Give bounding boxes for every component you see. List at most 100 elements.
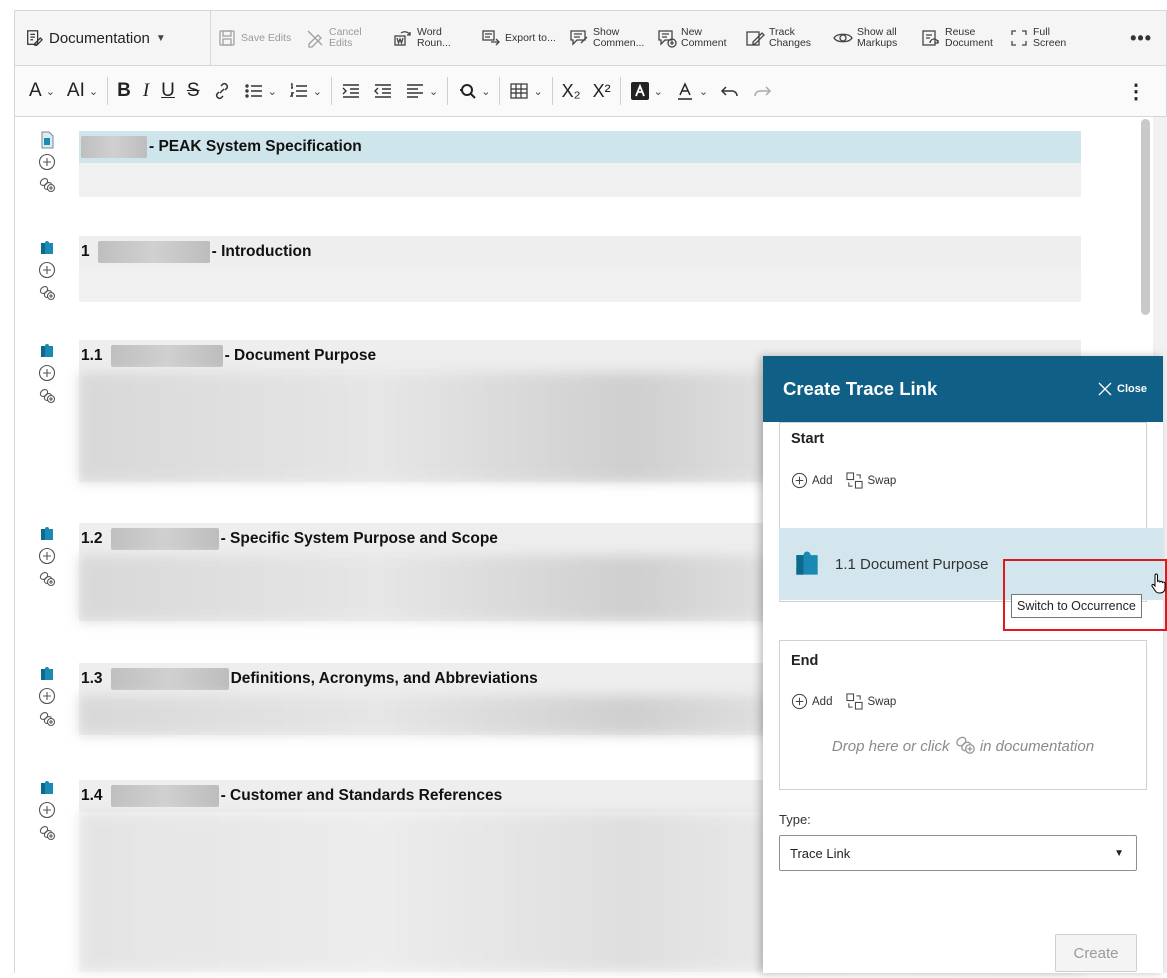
end-swap-button[interactable]: Swap [846,693,896,710]
link-add-icon[interactable] [38,823,56,841]
close-button[interactable]: Close [1098,382,1147,396]
puzzle-icon[interactable] [38,665,56,683]
create-trace-link-panel: Create Trace Link Close Start Add Swap 1… [763,356,1163,973]
puzzle-icon[interactable] [38,779,56,797]
subscript-icon: X₂ [561,80,581,101]
gutter-controls [36,342,58,404]
strikethrough-button[interactable]: S [181,74,206,108]
start-item-label: 1.1 Document Purpose [835,555,989,573]
track-changes-button[interactable]: Track Changes [739,11,827,65]
puzzle-icon[interactable] [38,525,56,543]
chevron-down-icon: ⌄ [698,85,709,98]
puzzle-icon[interactable] [38,239,56,257]
export-button[interactable]: Export to... [475,11,563,65]
italic-button[interactable]: I [137,74,155,108]
find-replace-dropdown[interactable]: ⌄ [451,74,496,108]
find-replace-icon [460,84,476,99]
documentation-menu-button[interactable]: Documentation ▼ [15,11,211,65]
bold-button[interactable]: B [111,74,137,108]
toolbar-separator [331,77,332,105]
add-circle-icon[interactable] [38,687,56,705]
link-add-icon[interactable] [38,569,56,587]
start-actions: Add Swap [791,472,896,489]
link-add-icon[interactable] [38,283,56,301]
indent-button[interactable] [335,74,367,108]
close-icon [1098,382,1112,396]
text-style-dropdown[interactable]: A ⌄ [23,74,61,108]
type-select[interactable]: Trace Link ▼ [779,835,1137,871]
swap-label: Swap [867,695,897,708]
create-button[interactable]: Create [1055,934,1137,972]
show-comments-button[interactable]: Show Commen... [563,11,651,65]
toolbar-separator [551,77,553,105]
undo-button[interactable] [714,74,746,108]
cancel-edits-button[interactable]: Cancel Edits [299,11,387,65]
add-circle-icon[interactable] [38,801,56,819]
italic-icon: I [142,80,150,101]
reuse-document-icon [922,30,939,46]
outdent-icon [374,84,391,98]
reuse-document-button[interactable]: Reuse Document [915,11,1003,65]
start-add-button[interactable]: Add [791,472,832,489]
superscript-button[interactable]: X² [587,74,617,108]
caret-down-icon: ▼ [1114,847,1124,859]
undo-icon [721,86,738,97]
align-dropdown[interactable]: ⌄ [399,74,444,108]
add-label: Add [812,474,833,487]
document-section[interactable]: 1 - Introduction [79,236,1081,302]
superscript-icon: X² [592,80,611,101]
more-options-button[interactable]: ••• [1130,28,1152,49]
new-comment-button[interactable]: New Comment [651,11,739,65]
add-circle-icon[interactable] [38,547,56,565]
add-circle-icon[interactable] [38,364,56,382]
add-circle-icon [791,693,808,710]
drop-hint-text: Drop here or click [831,738,950,755]
link-add-icon[interactable] [38,386,56,404]
reuse-document-label: Reuse Document [945,26,993,49]
subscript-button[interactable]: X₂ [556,74,587,108]
bold-icon: B [117,80,131,101]
highlight-color-dropdown[interactable]: ⌄ [624,74,669,108]
redacted-text [110,528,219,550]
section-heading[interactable]: - PEAK System Specification [79,131,1081,163]
drop-zone-hint[interactable]: Drop here or click in documentation [780,733,1146,755]
section-body [79,268,1081,302]
underline-button[interactable]: U [155,74,181,108]
link-add-icon[interactable] [38,175,56,193]
font-color-dropdown[interactable]: ⌄ [669,74,714,108]
section-title: Definitions, Acronyms, and Abbreviations [230,670,538,687]
bullet-list-dropdown[interactable]: ⌄ [238,74,283,108]
numbered-list-dropdown[interactable]: ⌄ [283,74,328,108]
link-button[interactable] [206,74,238,108]
add-circle-icon[interactable] [38,261,56,279]
cancel-edits-label: Cancel Edits [329,26,362,49]
end-add-button[interactable]: Add [791,693,832,710]
outdent-button[interactable] [367,74,399,108]
chevron-down-icon: ⌄ [429,85,439,98]
swap-icon [846,472,864,489]
full-screen-button[interactable]: Full Screen [1003,11,1091,65]
show-markups-button[interactable]: Show all Markups [827,11,915,65]
chevron-down-icon: ⌄ [533,85,543,98]
redo-button[interactable] [746,74,778,108]
save-edits-button[interactable]: Save Edits [211,11,299,65]
gutter-controls [36,525,58,587]
section-heading[interactable]: 1 - Introduction [79,236,1081,268]
puzzle-icon[interactable] [38,342,56,360]
word-roundtrip-button[interactable]: Word Roun... [387,11,475,65]
document-section[interactable]: - PEAK System Specification [79,131,1081,197]
section-number: 1.4 [81,787,103,804]
section-number: 1 [81,243,90,260]
start-swap-button[interactable]: Swap [846,472,896,489]
type-label: Type: [779,812,811,827]
add-circle-icon[interactable] [38,153,56,171]
more-format-options-button[interactable]: ⋮ [1126,79,1146,104]
redacted-text [81,136,147,158]
scrollbar-thumb[interactable] [1141,119,1150,315]
link-add-icon[interactable] [38,709,56,727]
export-icon [482,30,500,46]
font-size-dropdown[interactable]: AI ⌄ [61,74,104,108]
document-icon[interactable] [38,131,56,149]
table-dropdown[interactable]: ⌄ [503,74,548,108]
redo-icon [754,86,772,97]
